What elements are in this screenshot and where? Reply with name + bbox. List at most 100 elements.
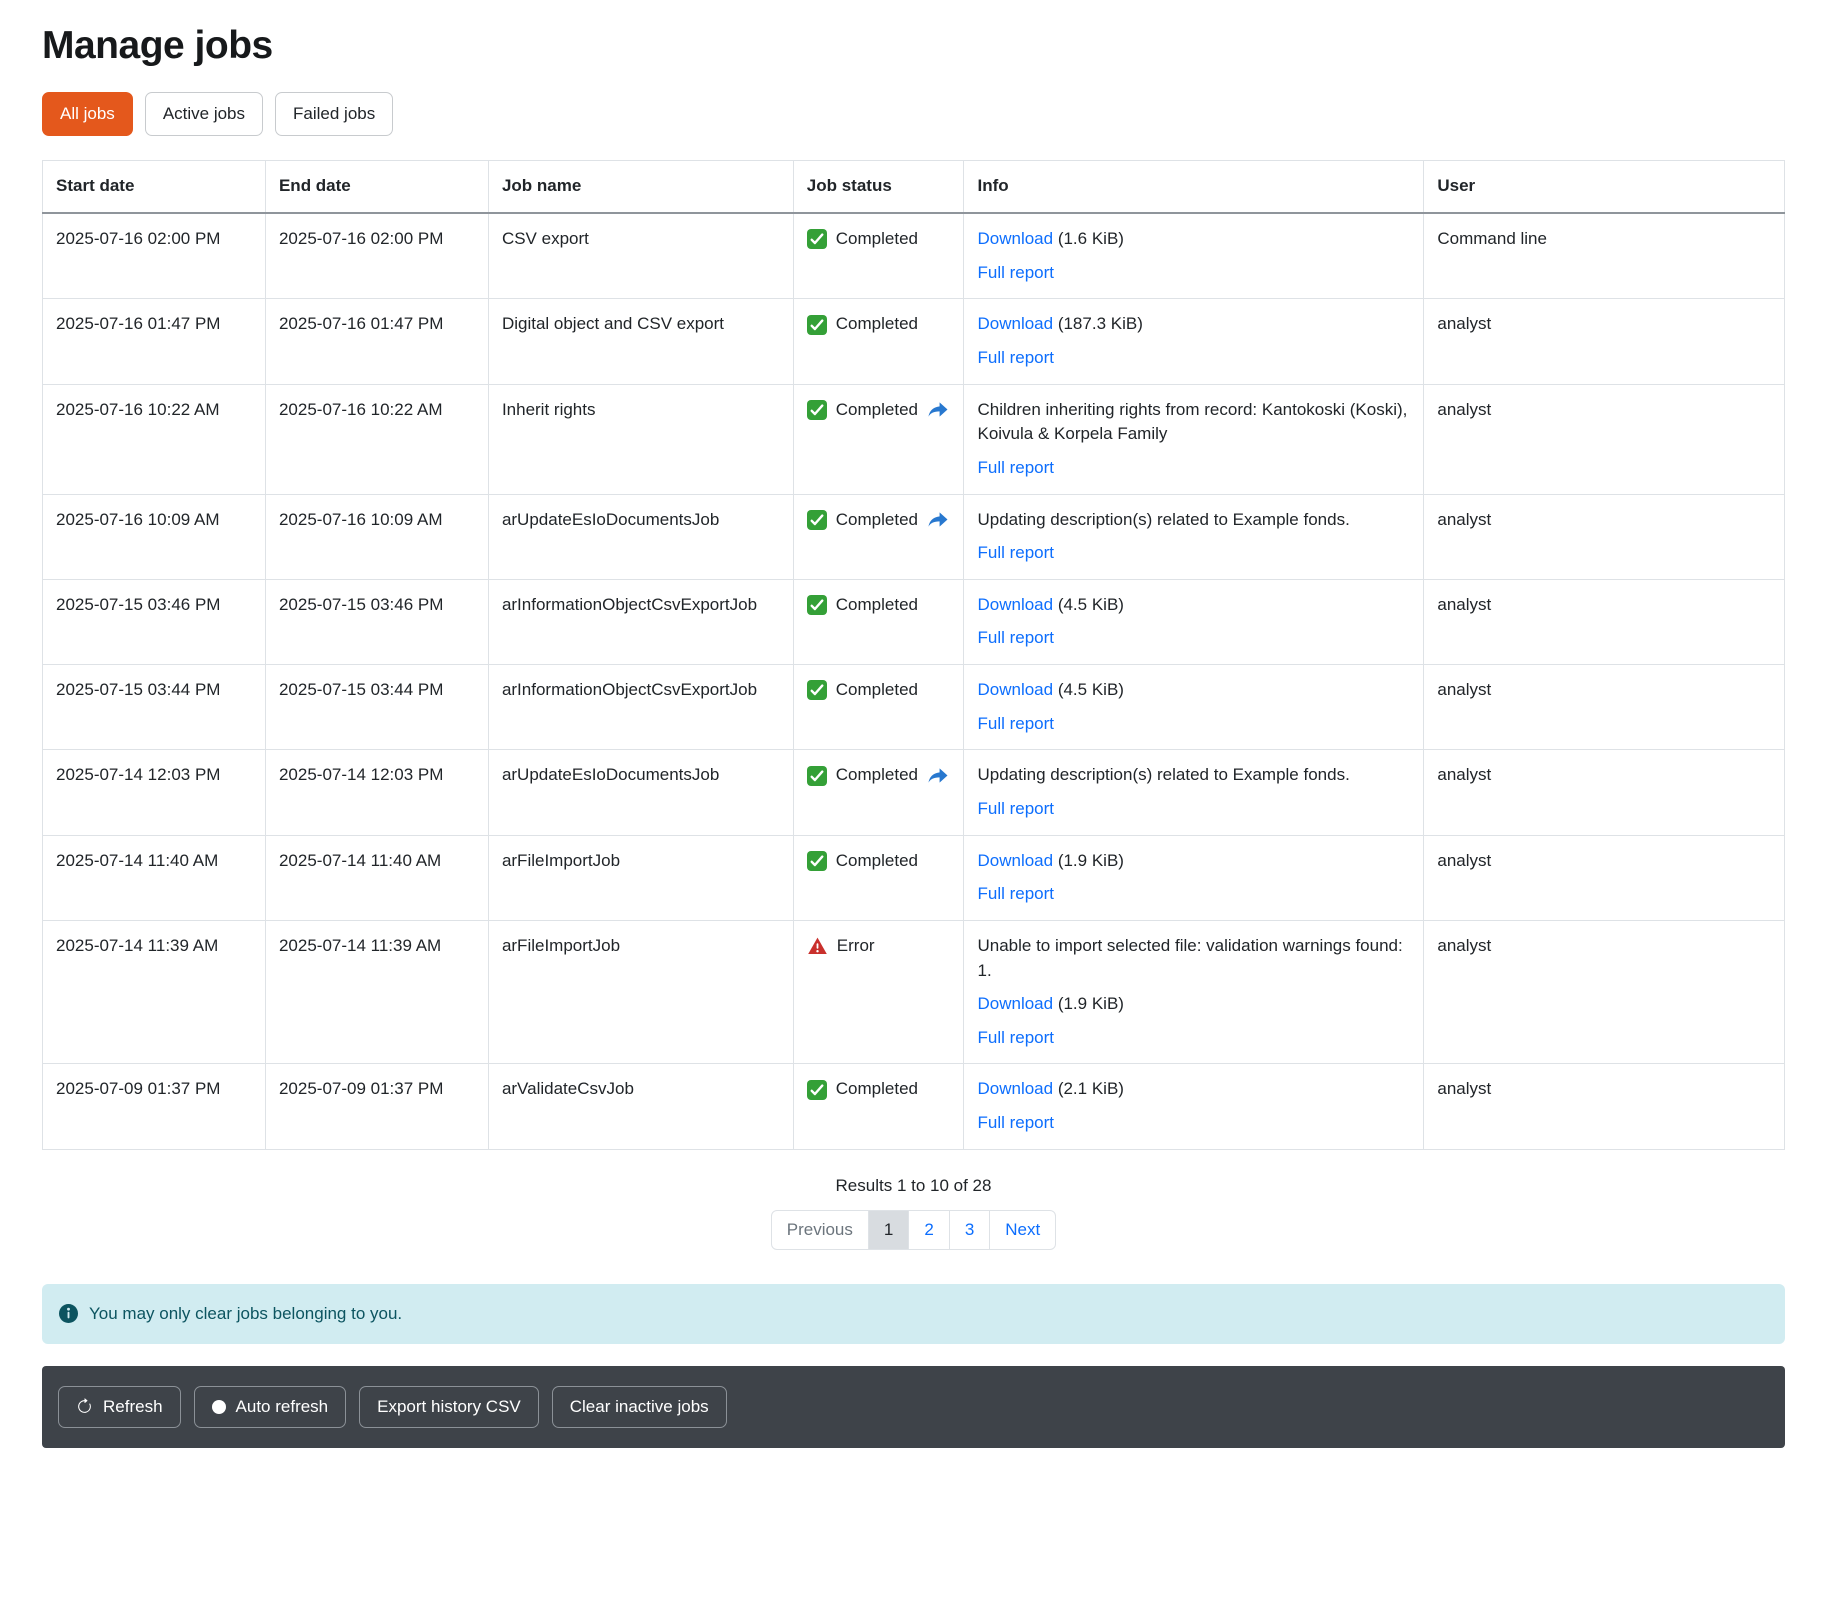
download-size: (1.9 KiB) bbox=[1053, 851, 1124, 870]
job-status-cell: Completed bbox=[793, 384, 964, 494]
user-cell: analyst bbox=[1424, 665, 1785, 750]
check-square-icon bbox=[807, 510, 827, 530]
download-link[interactable]: Download bbox=[977, 851, 1053, 870]
check-square-icon bbox=[807, 229, 827, 249]
export-history-csv-label: Export history CSV bbox=[377, 1397, 521, 1417]
refresh-button[interactable]: Refresh bbox=[58, 1386, 181, 1428]
redirect-arrow-icon[interactable] bbox=[927, 400, 949, 419]
job-status-cell: Completed bbox=[793, 835, 964, 920]
job-status-label: Completed bbox=[836, 593, 918, 618]
full-report-line: Full report bbox=[977, 712, 1410, 737]
pagination: Previous 1 2 3 Next bbox=[42, 1210, 1785, 1250]
full-report-link[interactable]: Full report bbox=[977, 1028, 1054, 1047]
job-name-cell: arFileImportJob bbox=[488, 835, 793, 920]
job-status-label: Completed bbox=[836, 312, 918, 337]
auto-refresh-button-label: Auto refresh bbox=[236, 1397, 329, 1417]
user-name: analyst bbox=[1437, 312, 1491, 337]
full-report-link[interactable]: Full report bbox=[977, 884, 1054, 903]
user-cell: analyst bbox=[1424, 579, 1785, 664]
job-name-cell: arValidateCsvJob bbox=[488, 1064, 793, 1149]
job-status-cell: Completed bbox=[793, 299, 964, 384]
job-name-cell: arInformationObjectCsvExportJob bbox=[488, 579, 793, 664]
manage-jobs-page: Manage jobs All jobs Active jobs Failed … bbox=[0, 0, 1827, 1448]
job-status: Completed bbox=[807, 678, 951, 703]
info-message: Updating description(s) related to Examp… bbox=[977, 763, 1410, 788]
info-circle-icon bbox=[59, 1304, 78, 1323]
end-date-cell: 2025-07-16 02:00 PM bbox=[265, 213, 488, 299]
tab-active-jobs[interactable]: Active jobs bbox=[145, 92, 263, 136]
table-row: 2025-07-09 01:37 PM2025-07-09 01:37 PMar… bbox=[43, 1064, 1785, 1149]
end-date-cell: 2025-07-16 01:47 PM bbox=[265, 299, 488, 384]
tab-failed-jobs[interactable]: Failed jobs bbox=[275, 92, 393, 136]
start-date-cell: 2025-07-16 01:47 PM bbox=[43, 299, 266, 384]
job-name-cell: arFileImportJob bbox=[488, 920, 793, 1064]
pagination-next[interactable]: Next bbox=[989, 1210, 1056, 1250]
tab-all-jobs[interactable]: All jobs bbox=[42, 92, 133, 136]
job-status: Completed bbox=[807, 763, 951, 788]
user-name: analyst bbox=[1437, 593, 1491, 618]
table-row: 2025-07-16 10:22 AM2025-07-16 10:22 AMIn… bbox=[43, 384, 1785, 494]
refresh-button-label: Refresh bbox=[103, 1397, 163, 1417]
job-status-cell: Completed bbox=[793, 494, 964, 579]
job-status-label: Completed bbox=[836, 849, 918, 874]
full-report-link[interactable]: Full report bbox=[977, 543, 1054, 562]
auto-refresh-button[interactable]: Auto refresh bbox=[194, 1386, 347, 1428]
info-cell: Download (187.3 KiB) Full report bbox=[964, 299, 1424, 384]
full-report-link[interactable]: Full report bbox=[977, 628, 1054, 647]
full-report-link[interactable]: Full report bbox=[977, 799, 1054, 818]
full-report-link[interactable]: Full report bbox=[977, 458, 1054, 477]
job-status-cell: Completed bbox=[793, 1064, 964, 1149]
check-square-icon bbox=[807, 315, 827, 335]
download-link[interactable]: Download bbox=[977, 229, 1053, 248]
full-report-link[interactable]: Full report bbox=[977, 714, 1054, 733]
end-date-cell: 2025-07-14 11:39 AM bbox=[265, 920, 488, 1064]
redirect-arrow-icon[interactable] bbox=[927, 766, 949, 785]
check-square-icon bbox=[807, 680, 827, 700]
full-report-link[interactable]: Full report bbox=[977, 348, 1054, 367]
check-square-icon bbox=[807, 851, 827, 871]
full-report-line: Full report bbox=[977, 882, 1410, 907]
job-status-label: Completed bbox=[836, 678, 918, 703]
pagination-previous[interactable]: Previous bbox=[771, 1210, 869, 1250]
info-cell: Download (1.6 KiB)Full report bbox=[964, 213, 1424, 299]
pagination-page-3[interactable]: 3 bbox=[949, 1210, 990, 1250]
download-link[interactable]: Download bbox=[977, 680, 1053, 699]
clear-inactive-jobs-label: Clear inactive jobs bbox=[570, 1397, 709, 1417]
job-name-cell: Inherit rights bbox=[488, 384, 793, 494]
end-date-cell: 2025-07-14 12:03 PM bbox=[265, 750, 488, 835]
pagination-page-1[interactable]: 1 bbox=[868, 1210, 909, 1250]
download-line: Download (187.3 KiB) bbox=[977, 312, 1410, 337]
user-cell: Command line bbox=[1424, 213, 1785, 299]
download-link[interactable]: Download bbox=[977, 1079, 1053, 1098]
user-name: Command line bbox=[1437, 227, 1547, 252]
info-cell: Unable to import selected file: validati… bbox=[964, 920, 1424, 1064]
job-status-label: Completed bbox=[836, 508, 918, 533]
full-report-line: Full report bbox=[977, 456, 1410, 481]
table-row: 2025-07-16 01:47 PM2025-07-16 01:47 PMDi… bbox=[43, 299, 1785, 384]
pagination-page-2[interactable]: 2 bbox=[908, 1210, 949, 1250]
job-status: Completed bbox=[807, 398, 951, 423]
download-link[interactable]: Download bbox=[977, 314, 1053, 333]
col-header-user: User bbox=[1424, 161, 1785, 213]
redirect-arrow-icon[interactable] bbox=[927, 510, 949, 529]
page-title: Manage jobs bbox=[42, 24, 1785, 68]
col-header-job-name: Job name bbox=[488, 161, 793, 213]
job-status: Completed bbox=[807, 508, 951, 533]
download-link[interactable]: Download bbox=[977, 994, 1053, 1013]
full-report-link[interactable]: Full report bbox=[977, 1113, 1054, 1132]
job-status-label: Completed bbox=[836, 763, 918, 788]
start-date-cell: 2025-07-14 12:03 PM bbox=[43, 750, 266, 835]
col-header-job-status: Job status bbox=[793, 161, 964, 213]
download-link[interactable]: Download bbox=[977, 595, 1053, 614]
check-square-icon bbox=[807, 1080, 827, 1100]
full-report-line: Full report bbox=[977, 541, 1410, 566]
end-date-cell: 2025-07-15 03:46 PM bbox=[265, 579, 488, 664]
jobs-table-body: 2025-07-16 02:00 PM2025-07-16 02:00 PMCS… bbox=[43, 213, 1785, 1149]
clear-inactive-jobs-button[interactable]: Clear inactive jobs bbox=[552, 1386, 727, 1428]
user-name: analyst bbox=[1437, 763, 1491, 788]
col-header-start-date: Start date bbox=[43, 161, 266, 213]
export-history-csv-button[interactable]: Export history CSV bbox=[359, 1386, 539, 1428]
full-report-link[interactable]: Full report bbox=[977, 263, 1054, 282]
end-date-cell: 2025-07-16 10:22 AM bbox=[265, 384, 488, 494]
info-cell: Updating description(s) related to Examp… bbox=[964, 750, 1424, 835]
